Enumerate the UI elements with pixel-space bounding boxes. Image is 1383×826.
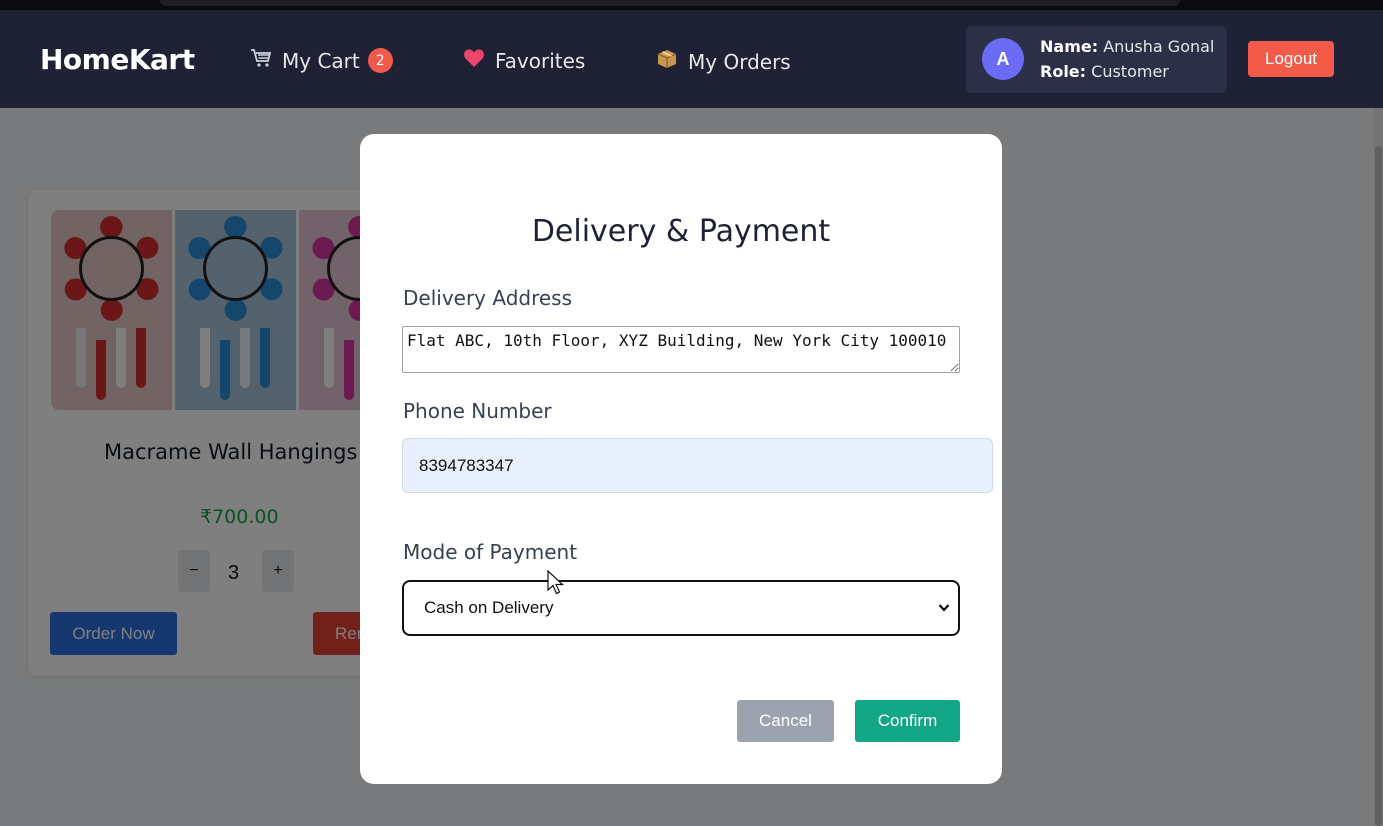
nav-my-cart-label: My Cart (282, 48, 360, 73)
navbar: HomeKart My Cart 2 Favorites My Orders A… (0, 10, 1383, 108)
browser-top-strip (0, 0, 1383, 10)
nav-my-orders-label: My Orders (688, 49, 791, 74)
phone-number-field[interactable] (402, 438, 993, 493)
delivery-address-field[interactable]: Flat ABC, 10th Floor, XYZ Building, New … (402, 326, 960, 373)
heart-icon (463, 48, 485, 73)
logout-button[interactable]: Logout (1248, 41, 1334, 77)
nav-favorites[interactable]: Favorites (463, 48, 585, 73)
payment-mode-label: Mode of Payment (403, 540, 578, 564)
user-name-line: Name: Anusha Gonal (1040, 37, 1214, 56)
user-role: Customer (1091, 62, 1169, 81)
user-info-box: A Name: Anusha Gonal Role: Customer (966, 26, 1227, 93)
package-icon (656, 48, 678, 75)
cancel-button[interactable]: Cancel (737, 700, 834, 742)
cart-count-badge: 2 (367, 48, 393, 73)
delivery-payment-modal: Delivery & Payment Delivery Address Flat… (360, 134, 1002, 784)
mouse-cursor-icon (547, 570, 565, 595)
user-name: Anusha Gonal (1103, 37, 1215, 56)
user-name-label: Name: (1040, 37, 1099, 56)
nav-my-orders[interactable]: My Orders (656, 48, 791, 75)
avatar: A (982, 38, 1024, 80)
cart-icon (250, 48, 272, 73)
modal-title: Delivery & Payment (531, 214, 831, 249)
phone-number-label: Phone Number (403, 399, 552, 423)
user-role-line: Role: Customer (1040, 62, 1169, 81)
confirm-button[interactable]: Confirm (855, 700, 960, 742)
payment-mode-select[interactable]: Cash on Delivery (402, 580, 960, 636)
logo[interactable]: HomeKart (40, 43, 195, 76)
payment-mode-selected: Cash on Delivery (424, 598, 554, 617)
nav-favorites-label: Favorites (495, 48, 586, 73)
nav-my-cart[interactable]: My Cart 2 (250, 48, 393, 73)
browser-top-strip-inner (160, 0, 1180, 6)
user-role-label: Role: (1040, 62, 1087, 81)
delivery-address-label: Delivery Address (403, 286, 573, 310)
chevron-down-icon (938, 604, 950, 612)
